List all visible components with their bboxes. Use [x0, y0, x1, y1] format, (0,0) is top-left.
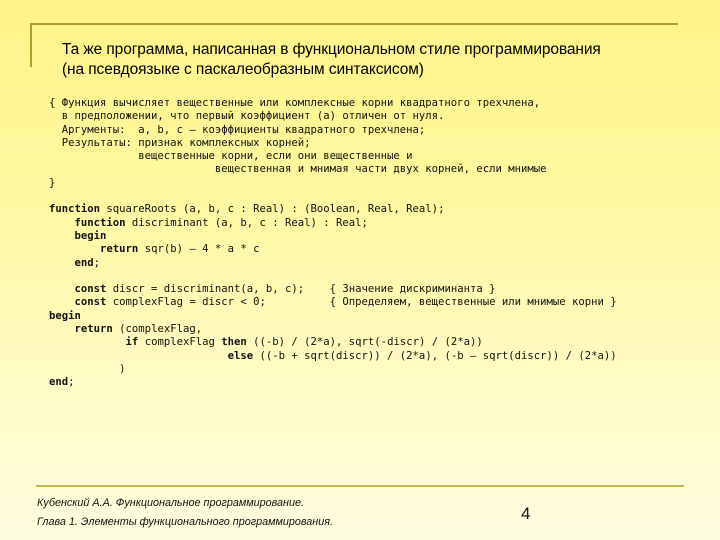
- code-text: { Функция вычисляет вещественные или ком…: [49, 97, 541, 109]
- code-text: Аргументы: a, b, c – коэффициенты квадра…: [49, 123, 426, 136]
- page-number: 4: [521, 504, 531, 523]
- code-line: else ((-b + sqrt(discr)) / (2*a), (-b – …: [49, 350, 617, 363]
- code-line: end;: [49, 257, 617, 270]
- code-keyword: begin: [74, 229, 107, 242]
- code-line: вещественная и мнимая части двух корней,…: [49, 163, 617, 176]
- code-line: Результаты: признак комплексных корней;: [49, 137, 617, 150]
- code-text: complexFlag: [138, 336, 222, 349]
- code-text: ;: [68, 376, 75, 389]
- code-line: begin: [49, 310, 617, 323]
- code-line: function discriminant (a, b, c : Real) :…: [49, 217, 617, 230]
- title-rule-horizontal: [30, 23, 678, 25]
- code-keyword: function: [49, 203, 101, 216]
- code-text: discriminant (a, b, c : Real) : Real;: [125, 216, 368, 229]
- code-text: ((-b) / (2*a), sqrt(-discr) / (2*a)): [246, 336, 483, 349]
- title-rule-vertical: [30, 23, 32, 67]
- code-text: ): [49, 362, 126, 375]
- footer-author-course: Кубенский А.А. Функциональное программир…: [37, 497, 305, 509]
- slide-title-line-2: (на псевдоязыке с паскалеобразным синтак…: [62, 61, 424, 78]
- footer: Кубенский А.А. Функциональное программир…: [37, 494, 333, 532]
- code-keyword: then: [221, 336, 247, 349]
- code-text: squareRoots (a, b, c : Real) : (Boolean,…: [100, 203, 445, 216]
- code-text: вещественные корни, если они вещественны…: [49, 150, 413, 163]
- code-keyword: return: [74, 323, 113, 336]
- code-line: return sqr(b) – 4 * a * c: [49, 243, 617, 256]
- code-text: discr = discriminant(a, b, c); { Значени…: [106, 283, 496, 296]
- code-line: Аргументы: a, b, c – коэффициенты квадра…: [49, 124, 617, 137]
- code-text: Результаты: признак комплексных корней;: [49, 136, 311, 149]
- slide-title-line-1: Та же программа, написанная в функционал…: [62, 41, 601, 58]
- code-line: в предположении, что первый коэффициент …: [49, 110, 617, 123]
- code-line: return (complexFlag,: [49, 323, 617, 336]
- code-listing: { Функция вычисляет вещественные или ком…: [49, 97, 617, 390]
- code-text: sqr(b) – 4 * a * c: [138, 243, 260, 256]
- code-keyword: return: [100, 243, 139, 256]
- code-line: begin: [49, 230, 617, 243]
- code-line: { Функция вычисляет вещественные или ком…: [49, 97, 617, 110]
- code-line: const complexFlag = discr < 0; { Определ…: [49, 296, 617, 309]
- code-text: вещественная и мнимая части двух корней,…: [49, 163, 547, 176]
- code-keyword: const: [74, 283, 107, 296]
- code-keyword: end: [49, 376, 69, 389]
- code-text: (complexFlag,: [112, 323, 203, 336]
- code-keyword: else: [227, 349, 254, 362]
- code-text: complexFlag = discr < 0; { Определяем, в…: [106, 296, 617, 309]
- code-text: ;: [93, 256, 101, 269]
- code-line: ): [49, 363, 617, 376]
- code-text: }: [49, 176, 56, 189]
- code-line: }: [49, 177, 617, 190]
- footer-chapter: Глава 1. Элементы функционального програ…: [37, 516, 334, 528]
- code-line: if complexFlag then ((-b) / (2*a), sqrt(…: [49, 336, 617, 349]
- code-keyword: begin: [49, 309, 81, 322]
- footer-rule: [36, 485, 684, 487]
- code-keyword: function: [74, 216, 126, 229]
- code-keyword: if: [125, 336, 139, 349]
- code-line: end;: [49, 376, 617, 389]
- code-keyword: end: [74, 256, 94, 269]
- code-line: const discr = discriminant(a, b, c); { З…: [49, 283, 617, 296]
- code-text: в предположении, что первый коэффициент …: [49, 110, 445, 123]
- slide-title: Та же программа, написанная в функционал…: [62, 40, 682, 80]
- code-line: function squareRoots (a, b, c : Real) : …: [49, 203, 617, 216]
- code-keyword: const: [74, 296, 107, 309]
- code-line: вещественные корни, если они вещественны…: [49, 150, 617, 163]
- code-text: ((-b + sqrt(discr)) / (2*a), (-b – sqrt(…: [253, 349, 617, 362]
